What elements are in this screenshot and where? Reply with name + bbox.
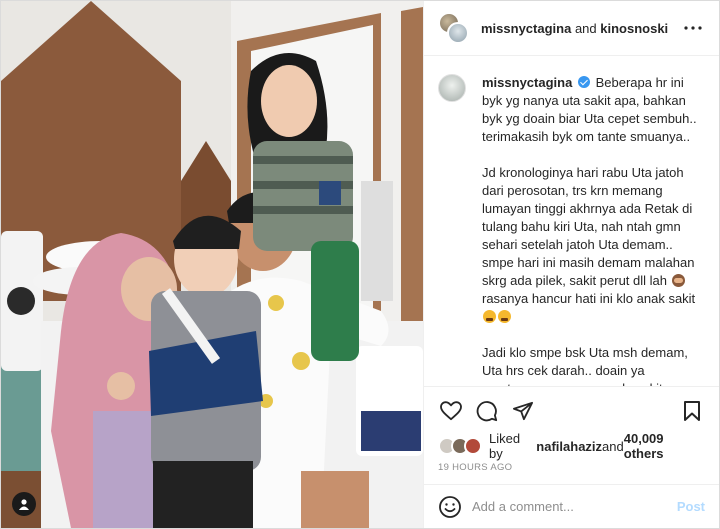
- caption-paragraph-3: Jadi klo smpe bsk Uta msh demam, Uta hrs…: [482, 345, 688, 386]
- see-no-evil-monkey-emoji-icon: [671, 274, 685, 287]
- likes-prefix: Liked by: [488, 431, 521, 461]
- likes-row: Liked by nafilahaziz and 40,009 others: [424, 431, 719, 461]
- anguished-face-emoji-icon: [498, 310, 511, 323]
- caption-section[interactable]: missnyctagina Beberapa hr ini byk yg nan…: [424, 56, 719, 386]
- post-photo[interactable]: [1, 1, 423, 528]
- connector-text: and: [571, 20, 601, 36]
- liker-avatars[interactable]: [438, 437, 483, 455]
- collaborator-username[interactable]: kinosnoski: [600, 21, 668, 36]
- likes-count[interactable]: 40,009 others: [624, 431, 705, 461]
- caption-paragraph: Jd kronologinya hari rabu Uta jatoh dari…: [482, 164, 705, 326]
- author-username[interactable]: missnyctagina: [481, 21, 571, 36]
- user-tag-icon[interactable]: [12, 492, 36, 516]
- collab-avatars[interactable]: [438, 12, 470, 44]
- comment-box: Post: [424, 484, 719, 528]
- caption-username[interactable]: missnyctagina: [482, 75, 572, 90]
- instagram-post: missnyctagina and kinosnoski missnyctagi…: [0, 0, 720, 529]
- heart-icon[interactable]: [436, 396, 466, 426]
- avatar[interactable]: [447, 22, 469, 44]
- comment-input[interactable]: [472, 499, 677, 514]
- emoji-smile-icon[interactable]: [438, 495, 462, 519]
- post-authors: missnyctagina and kinosnoski: [481, 21, 681, 36]
- caption-paragraph-2a: Jd kronologinya hari rabu Uta jatoh dari…: [482, 165, 699, 288]
- family-photo-illustration: [1, 1, 423, 528]
- post-timestamp[interactable]: 19 HOURS AGO: [424, 458, 719, 484]
- post-side-panel: missnyctagina and kinosnoski missnyctagi…: [423, 1, 719, 528]
- verified-badge-icon: [577, 76, 590, 88]
- caption-paragraph: missnyctagina Beberapa hr ini byk yg nan…: [482, 74, 705, 146]
- avatar[interactable]: [438, 74, 466, 102]
- comment-icon[interactable]: [472, 396, 502, 426]
- bookmark-icon[interactable]: [677, 396, 707, 426]
- caption-text: missnyctagina Beberapa hr ini byk yg nan…: [482, 74, 705, 386]
- share-icon[interactable]: [508, 396, 538, 426]
- likes-middle: and: [602, 438, 624, 454]
- more-horizontal-icon[interactable]: [681, 16, 705, 40]
- anguished-face-emoji-icon: [483, 310, 496, 323]
- avatar[interactable]: [464, 437, 482, 455]
- action-bar: [424, 386, 719, 434]
- post-header: missnyctagina and kinosnoski: [424, 1, 719, 56]
- post-comment-button[interactable]: Post: [677, 499, 705, 514]
- liker-username[interactable]: nafilahaziz: [536, 439, 602, 454]
- caption-paragraph: Jadi klo smpe bsk Uta msh demam, Uta hrs…: [482, 344, 705, 386]
